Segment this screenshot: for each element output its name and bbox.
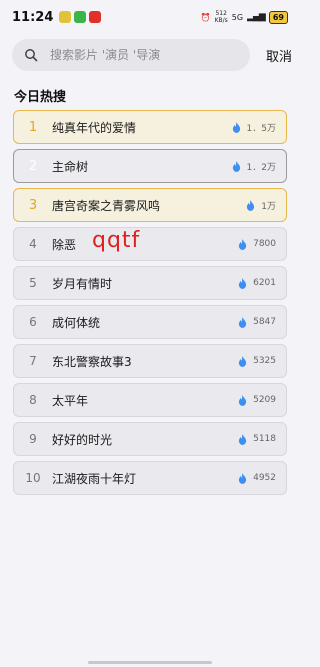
- rank-number: 9: [29, 432, 37, 446]
- flame-icon: [238, 277, 247, 289]
- flame-icon: [232, 121, 240, 133]
- hot-score: 7800: [238, 238, 276, 250]
- flame-icon: [238, 316, 247, 328]
- app-notification-icon: [74, 11, 87, 23]
- net-speed-value: 512: [215, 10, 227, 17]
- hot-score: 5325: [238, 355, 276, 367]
- search-icon: [25, 49, 38, 62]
- hot-list-item[interactable]: 8 太平年 5209: [13, 383, 287, 417]
- status-indicators: ⏰ 512 KB/s 5G ▂▄▆ 69: [201, 10, 288, 24]
- rank-number: 1: [28, 119, 38, 135]
- app-notification-icon: [59, 11, 72, 23]
- flame-icon: [238, 238, 247, 250]
- rank-number: 8: [29, 393, 37, 407]
- hot-score: 4952: [238, 472, 276, 484]
- hot-score: 6201: [238, 277, 276, 289]
- item-title: 江湖夜雨十年灯: [52, 471, 137, 486]
- search-input[interactable]: [50, 48, 230, 62]
- watermark-text: qqtf: [92, 228, 141, 253]
- flame-icon: [238, 433, 247, 445]
- app-notification-icon: [89, 11, 102, 23]
- hot-list-item[interactable]: 7 东北警察故事3 5325: [13, 344, 287, 378]
- flame-icon: [238, 355, 247, 367]
- rank-number: 3: [28, 197, 38, 213]
- item-title: 岁月有情时: [52, 276, 113, 291]
- hot-score-value: 5325: [253, 356, 276, 366]
- hot-score: 1．5万: [232, 121, 276, 134]
- item-title: 主命树: [52, 159, 89, 174]
- rank-number: 2: [28, 158, 38, 174]
- hot-score-value: 7800: [253, 239, 276, 249]
- home-indicator[interactable]: [88, 661, 212, 664]
- net-speed-unit: KB/s: [214, 17, 228, 24]
- rank-number: 6: [29, 315, 37, 329]
- hot-score: 5847: [238, 316, 276, 328]
- item-title: 唐宫奇案之青雾风鸣: [52, 198, 161, 213]
- hot-score: 1万: [246, 199, 276, 212]
- flame-icon: [238, 472, 247, 484]
- hot-list-item[interactable]: 1 纯真年代的爱情 1．5万: [13, 110, 287, 144]
- status-bar: 11:24 ⏰ 512 KB/s 5G ▂▄▆ 69: [0, 0, 300, 34]
- battery-icon: 69: [268, 10, 288, 24]
- alarm-icon: ⏰: [200, 12, 211, 22]
- hot-list-item[interactable]: 6 成何体统 5847: [13, 305, 287, 339]
- hot-score-value: 5118: [253, 434, 276, 444]
- signal-icon: ▂▄▆: [247, 12, 266, 22]
- rank-number: 7: [29, 354, 37, 368]
- flame-icon: [238, 394, 247, 406]
- hot-list-item[interactable]: 10 江湖夜雨十年灯 4952: [13, 461, 287, 495]
- rank-number: 4: [29, 237, 37, 251]
- item-title: 东北警察故事3: [52, 354, 132, 369]
- item-title: 成何体统: [52, 315, 101, 330]
- hot-score: 5209: [238, 394, 276, 406]
- net-speed: 512 KB/s: [215, 10, 228, 24]
- rank-number: 5: [29, 276, 37, 290]
- hot-list-item[interactable]: 2 主命树 1．2万: [13, 149, 287, 183]
- cancel-button[interactable]: 取消: [266, 46, 292, 65]
- item-title: 好好的时光: [52, 432, 113, 447]
- hot-score: 1．2万: [232, 160, 276, 173]
- hot-list-item[interactable]: 9 好好的时光 5118: [13, 422, 287, 456]
- hot-list-item[interactable]: 3 唐宫奇案之青雾风鸣 1万: [13, 188, 287, 222]
- hot-list-item[interactable]: 5 岁月有情时 6201: [13, 266, 287, 300]
- hot-score-value: 5209: [253, 395, 276, 405]
- status-app-icons: [59, 11, 102, 23]
- flame-icon: [232, 160, 240, 172]
- flame-icon: [247, 199, 255, 211]
- hot-score-value: 5847: [253, 317, 276, 327]
- hot-list-item[interactable]: 4 除恶 7800: [13, 227, 287, 261]
- status-time: 11:24: [12, 9, 54, 25]
- hot-score-value: 1万: [261, 201, 276, 212]
- item-title: 纯真年代的爱情: [52, 120, 137, 135]
- hot-score-value: 1．5万: [246, 123, 276, 134]
- item-title: 太平年: [52, 393, 89, 408]
- network-type: 5G: [231, 12, 244, 22]
- hot-search-list: 1 纯真年代的爱情 1．5万 2 主命树 1．2万 3 唐宫奇案之青雾风鸣 1万…: [13, 110, 287, 500]
- hot-score: 5118: [238, 433, 276, 445]
- section-title: 今日热搜: [14, 90, 67, 105]
- hot-score-value: 1．2万: [246, 162, 276, 173]
- rank-number: 10: [25, 471, 41, 485]
- search-box[interactable]: [12, 39, 250, 71]
- hot-score-value: 6201: [253, 278, 276, 288]
- item-title: 除恶: [52, 237, 77, 252]
- search-header: 取消: [12, 38, 292, 72]
- hot-score-value: 4952: [253, 473, 276, 483]
